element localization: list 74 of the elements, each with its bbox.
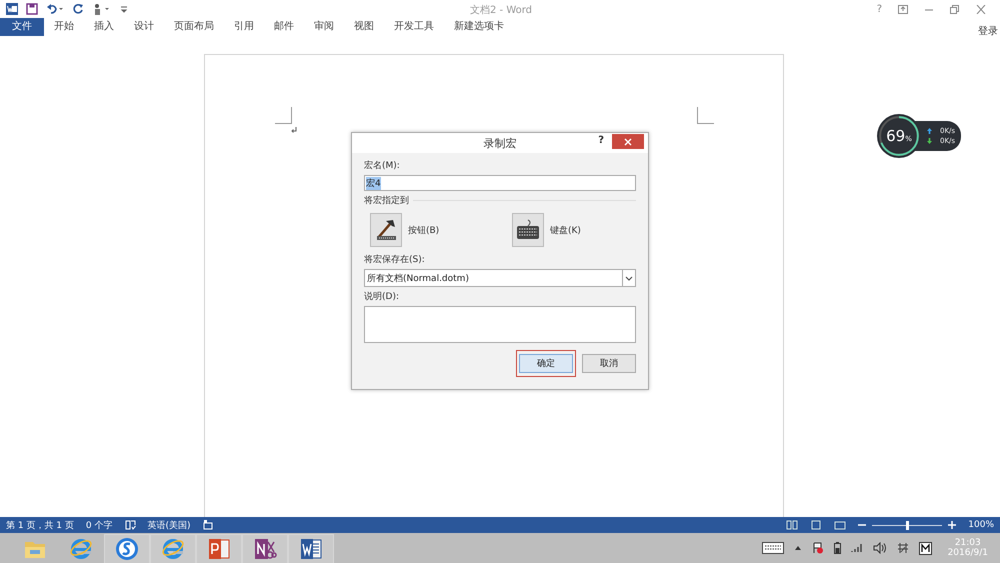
- keyboard-icon[interactable]: [762, 542, 784, 554]
- paragraph-mark-icon: [291, 127, 297, 133]
- close-icon: [624, 138, 632, 146]
- description-field[interactable]: [364, 306, 636, 343]
- ribbon-tab[interactable]: 邮件: [264, 18, 304, 36]
- ribbon-tab[interactable]: 开始: [44, 18, 84, 36]
- option-label: 按钮(B): [408, 224, 440, 236]
- ribbon-tab[interactable]: 审阅: [304, 18, 344, 36]
- flag-error-icon[interactable]: [812, 542, 824, 554]
- keyboard-button[interactable]: [512, 213, 544, 247]
- save-icon[interactable]: [26, 3, 38, 15]
- field-label: 说明(D):: [364, 290, 400, 303]
- ribbon-tab[interactable]: 设计: [124, 18, 164, 36]
- undo-icon[interactable]: [46, 3, 64, 15]
- notes-app-icon: [253, 537, 277, 561]
- ribbon-tab[interactable]: 文件: [0, 18, 44, 36]
- toolbar-button[interactable]: [370, 213, 402, 247]
- read-mode-icon[interactable]: [786, 520, 798, 530]
- proofing-icon[interactable]: [124, 520, 136, 530]
- page-count[interactable]: 第 1 页，共 1 页: [6, 518, 74, 532]
- zoom-level[interactable]: 100%: [968, 520, 994, 530]
- taskbar-app[interactable]: [288, 534, 334, 563]
- hammer-icon: [374, 218, 398, 242]
- ok-button[interactable]: 确定: [519, 354, 573, 373]
- margin-corner-mark: [697, 107, 714, 124]
- field-label: 宏名(M):: [364, 160, 401, 172]
- group-label: 将宏指定到: [364, 194, 409, 207]
- zoom-in-button[interactable]: [948, 521, 956, 529]
- help-button[interactable]: ?: [598, 135, 604, 146]
- ime-mode-icon[interactable]: [896, 542, 909, 554]
- show-hidden-icons-icon[interactable]: [794, 545, 802, 551]
- help-button[interactable]: ?: [876, 4, 882, 14]
- input-method-icon: [115, 537, 139, 561]
- window-title: 文档2 - Word: [470, 4, 532, 17]
- touch-mode-icon[interactable]: [92, 3, 112, 15]
- web-layout-icon[interactable]: [834, 520, 846, 530]
- language-indicator[interactable]: 英语(美国): [148, 518, 191, 532]
- taskbar-app[interactable]: [242, 534, 288, 563]
- keyboard-icon: [516, 218, 540, 242]
- ribbon-tab[interactable]: 新建选项卡: [444, 18, 514, 36]
- signal-icon[interactable]: [850, 543, 863, 553]
- dialog-title: 录制宏: [484, 136, 516, 150]
- word-count[interactable]: 0 个字: [86, 518, 112, 532]
- ribbon-tab[interactable]: 页面布局: [164, 18, 224, 36]
- word-logo-icon: [6, 3, 18, 15]
- word-app-icon: [299, 537, 323, 561]
- close-button[interactable]: [612, 134, 644, 149]
- taskbar-app[interactable]: [104, 534, 150, 563]
- download-arrow-icon: [927, 138, 932, 144]
- ribbon-tab[interactable]: 视图: [344, 18, 384, 36]
- restore-icon[interactable]: [950, 4, 960, 14]
- macro-name-field[interactable]: 宏4: [364, 175, 636, 191]
- margin-corner-mark: [275, 107, 292, 124]
- battery-icon[interactable]: [834, 542, 841, 554]
- close-icon[interactable]: [976, 4, 986, 14]
- cancel-button[interactable]: 取消: [582, 354, 636, 373]
- ribbon-tab[interactable]: 插入: [84, 18, 124, 36]
- print-layout-icon[interactable]: [810, 520, 822, 530]
- store-dropdown[interactable]: 所有文档(Normal.dotm): [364, 269, 636, 287]
- sign-in-link[interactable]: 登录: [978, 24, 1000, 38]
- volume-icon[interactable]: [872, 542, 887, 554]
- option-label: 键盘(K): [550, 224, 581, 236]
- browser-icon: [161, 537, 185, 561]
- browser-icon: [69, 537, 93, 561]
- field-label: 将宏保存在(S):: [364, 254, 426, 266]
- ribbon-tab[interactable]: 开发工具: [384, 18, 444, 36]
- app-tray-icon[interactable]: [918, 542, 932, 554]
- upload-arrow-icon: [927, 128, 932, 134]
- macro-record-icon[interactable]: [202, 520, 213, 530]
- ribbon-tab[interactable]: 引用: [224, 18, 264, 36]
- redo-icon[interactable]: [72, 3, 84, 15]
- taskbar-app[interactable]: [196, 534, 242, 563]
- ribbon-display-icon[interactable]: [898, 4, 908, 14]
- presentation-app-icon: [207, 537, 231, 561]
